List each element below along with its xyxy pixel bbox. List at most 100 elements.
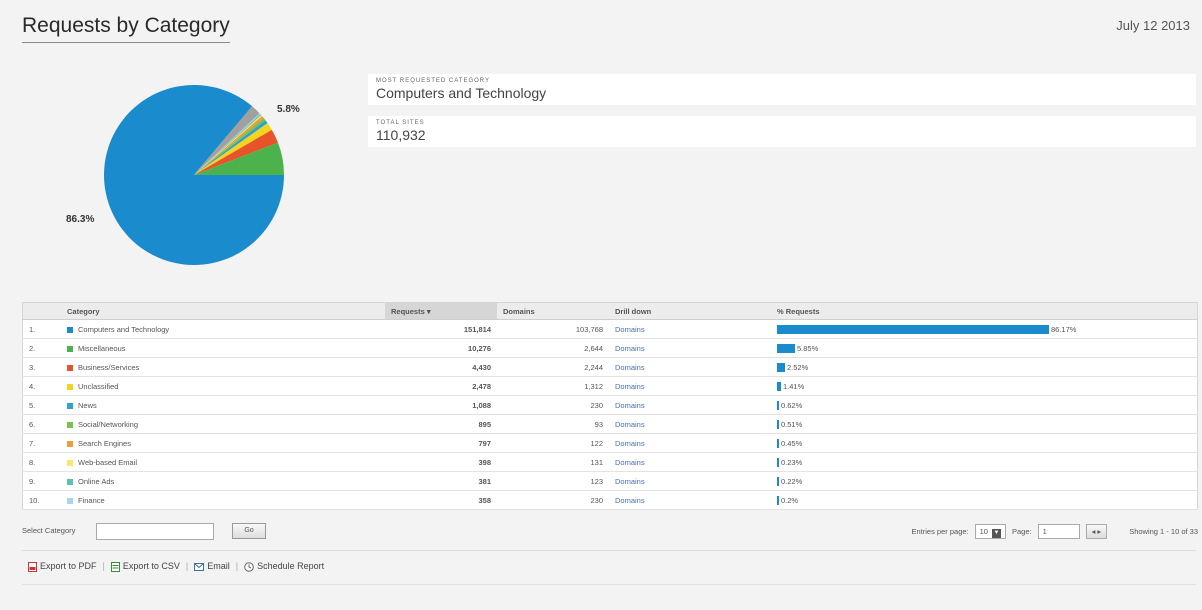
row-drill-down: Domains <box>609 395 771 415</box>
drill-down-link[interactable]: Domains <box>615 458 645 467</box>
row-category: Online Ads <box>61 471 385 491</box>
drill-down-link[interactable]: Domains <box>615 325 645 334</box>
table-row[interactable]: 8. Web-based Email 398 131 Domains 0.23% <box>22 452 1198 472</box>
table-row[interactable]: 5. News 1,088 230 Domains 0.62% <box>22 395 1198 415</box>
entries-per-page-value: 10 <box>979 527 988 536</box>
category-color-swatch <box>67 402 73 409</box>
total-sites-box: TOTAL SITES 110,932 <box>368 116 1196 147</box>
row-index: 7. <box>22 433 61 453</box>
row-index: 10. <box>22 490 61 510</box>
clock-icon <box>244 561 254 572</box>
row-requests: 895 <box>385 414 497 434</box>
pct-label: 0.62% <box>781 400 803 410</box>
page-nav-buttons[interactable]: ◂ ▸ <box>1085 524 1108 539</box>
export-csv-link[interactable]: Export to CSV <box>110 561 180 572</box>
drill-down-link[interactable]: Domains <box>615 363 645 372</box>
row-domains: 230 <box>497 490 609 510</box>
col-requests[interactable]: Requests ▾ <box>385 302 497 320</box>
category-color-swatch <box>67 497 73 504</box>
drill-down-link[interactable]: Domains <box>615 477 645 486</box>
csv-icon <box>110 561 120 572</box>
row-category-label: Unclassified <box>78 381 119 391</box>
page-input[interactable]: 1 <box>1037 524 1080 539</box>
row-category: Search Engines <box>61 433 385 453</box>
pdf-icon <box>28 561 37 572</box>
chevron-down-icon: ▼ <box>991 529 1001 538</box>
schedule-report-link[interactable]: Schedule Report <box>244 561 324 572</box>
select-category-input[interactable] <box>96 523 214 540</box>
row-requests: 2,478 <box>385 376 497 396</box>
row-pct: 0.45% <box>771 433 1198 453</box>
pct-label: 0.22% <box>781 476 803 486</box>
pie-label-top: 5.8% <box>277 104 300 115</box>
export-csv-label: Export to CSV <box>122 561 180 571</box>
row-requests: 151,814 <box>385 319 497 339</box>
table-row[interactable]: 2. Miscellaneous 10,276 2,644 Domains 5.85% <box>22 338 1198 358</box>
drill-down-link[interactable]: Domains <box>615 439 645 448</box>
drill-down-link[interactable]: Domains <box>615 420 645 429</box>
drill-down-link[interactable]: Domains <box>615 344 645 353</box>
row-requests: 1,088 <box>385 395 497 415</box>
separator: | <box>185 561 189 572</box>
table-row[interactable]: 10. Finance 358 230 Domains 0.2% <box>22 490 1198 510</box>
export-pdf-link[interactable]: Export to PDF <box>28 561 97 572</box>
row-domains: 131 <box>497 452 609 472</box>
row-category-label: Miscellaneous <box>78 343 126 353</box>
table-row[interactable]: 7. Search Engines 797 122 Domains 0.45% <box>22 433 1198 453</box>
col-domains[interactable]: Domains <box>497 302 609 320</box>
row-drill-down: Domains <box>609 490 771 510</box>
pct-label: 5.85% <box>797 343 819 353</box>
entries-per-page-select[interactable]: 10 ▼ <box>974 524 1006 539</box>
pie-chart: 5.8% 86.3% <box>60 80 360 290</box>
row-category: Web-based Email <box>61 452 385 472</box>
pct-label: 0.2% <box>781 495 799 505</box>
col-category[interactable]: Category <box>61 302 385 320</box>
row-domains: 1,312 <box>497 376 609 396</box>
table-row[interactable]: 1. Computers and Technology 151,814 103,768… <box>22 319 1198 339</box>
pct-label: 0.45% <box>781 438 803 448</box>
row-index: 3. <box>22 357 61 377</box>
table-row[interactable]: 6. Social/Networking 895 93 Domains 0.51% <box>22 414 1198 434</box>
total-sites-value: 110,932 <box>376 127 426 143</box>
row-category-label: Finance <box>78 495 105 505</box>
pct-label: 0.23% <box>781 457 803 467</box>
go-button[interactable]: Go <box>232 523 266 539</box>
row-category-label: Search Engines <box>78 438 131 448</box>
table-controls: Select Category Go Entries per page: 10 ▼… <box>22 520 1198 542</box>
drill-down-link[interactable]: Domains <box>615 382 645 391</box>
row-requests: 398 <box>385 452 497 472</box>
row-drill-down: Domains <box>609 319 771 339</box>
category-color-swatch <box>67 345 73 352</box>
row-requests: 10,276 <box>385 338 497 358</box>
drill-down-link[interactable]: Domains <box>615 496 645 505</box>
pct-bar <box>777 419 779 429</box>
email-icon <box>194 562 205 571</box>
category-color-swatch <box>67 478 73 485</box>
table-header-row: Category Requests ▾ Domains Drill down %… <box>22 302 1198 320</box>
col-drill-down: Drill down <box>609 302 771 320</box>
row-drill-down: Domains <box>609 338 771 358</box>
row-category-label: News <box>78 400 97 410</box>
category-color-swatch <box>67 364 73 371</box>
table-row[interactable]: 4. Unclassified 2,478 1,312 Domains 1.41% <box>22 376 1198 396</box>
row-drill-down: Domains <box>609 414 771 434</box>
drill-down-link[interactable]: Domains <box>615 401 645 410</box>
category-table: Category Requests ▾ Domains Drill down %… <box>22 302 1198 510</box>
pct-bar <box>777 362 785 372</box>
schedule-report-label: Schedule Report <box>257 561 325 571</box>
row-pct: 2.52% <box>771 357 1198 377</box>
row-index: 2. <box>22 338 61 358</box>
pct-bar <box>777 343 795 353</box>
table-row[interactable]: 9. Online Ads 381 123 Domains 0.22% <box>22 471 1198 491</box>
most-requested-caption: MOST REQUESTED CATEGORY <box>376 78 491 84</box>
row-category: News <box>61 395 385 415</box>
email-link[interactable]: Email <box>194 561 230 571</box>
col-pct-requests[interactable]: % Requests <box>771 302 1198 320</box>
row-pct: 0.23% <box>771 452 1198 472</box>
report-date: July 12 2013 <box>1116 18 1190 33</box>
table-row[interactable]: 3. Business/Services 4,430 2,244 Domains 2.52… <box>22 357 1198 377</box>
col-index <box>22 302 61 320</box>
row-domains: 123 <box>497 471 609 491</box>
pct-bar <box>777 400 779 410</box>
export-toolbar: Export to PDF | Export to CSV | Email | … <box>28 561 324 572</box>
